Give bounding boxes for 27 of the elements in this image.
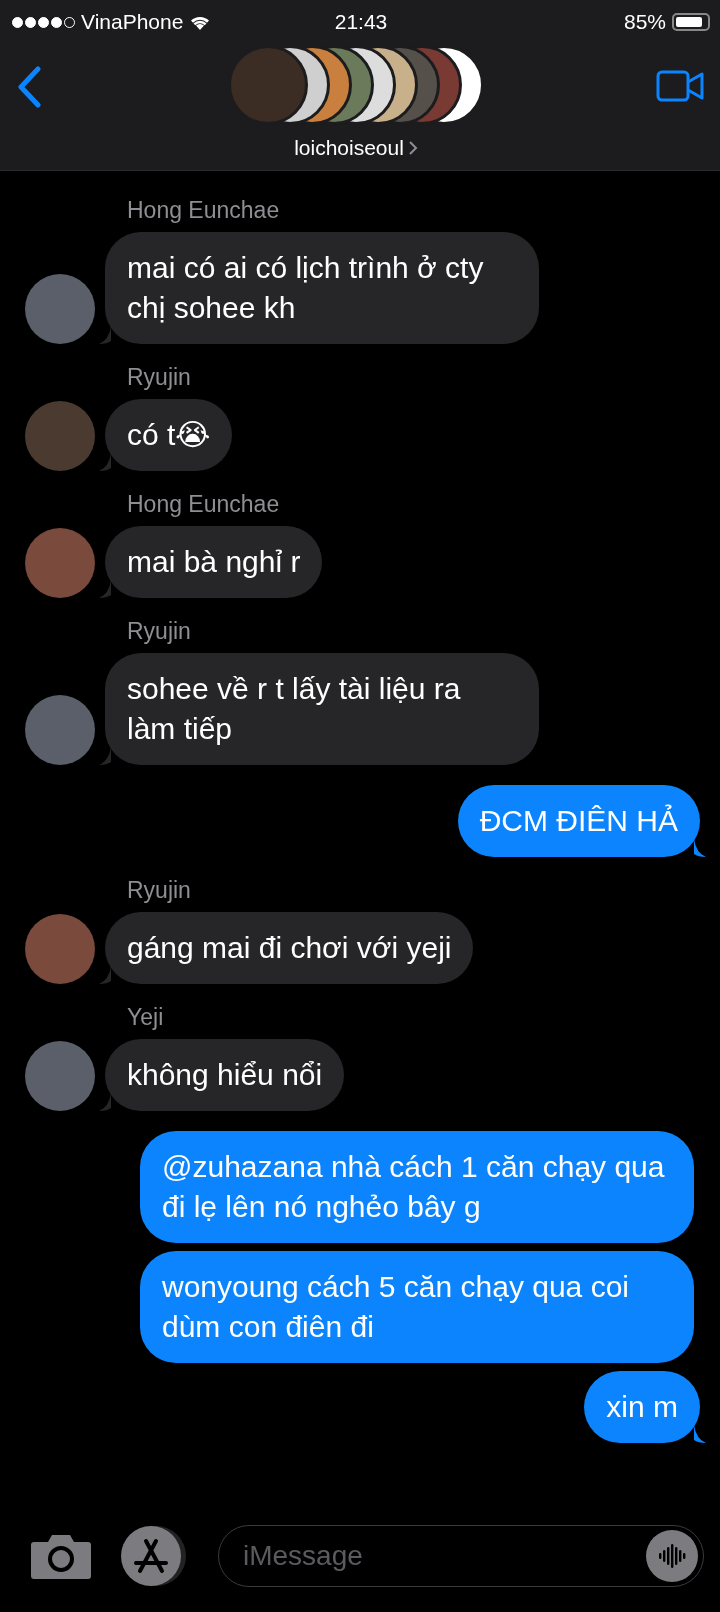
clock-time: 21:43 [334,10,388,34]
sender-name: Yeji [127,1004,165,1031]
battery-percent: 85% [623,10,666,34]
bubble-tail [99,966,111,984]
group-name[interactable]: loichoiseoul [294,136,418,160]
bubble-tail [99,580,111,598]
bubble-tail [99,326,111,344]
chevron-icon [407,140,418,156]
message-field[interactable]: iMessage [218,1525,704,1587]
bubble-tail [99,453,111,471]
message-bubble: wonyoung cách 5 căn chạy qua coi dùm con điên đi [140,1251,694,1363]
bubble-tail [694,1425,706,1443]
audio-waveform-icon[interactable] [646,1530,698,1582]
sender-name: Ryujin [127,364,192,391]
battery-icon [672,13,710,31]
bubble-tail [99,747,111,765]
sender-name: Ryujin [127,618,192,645]
carrier-name: VinaPhone [81,10,184,34]
bubble-tail [99,1093,111,1111]
sender-name: Ryujin [127,877,192,904]
camera-button[interactable] [30,1532,92,1580]
message-bubble: @zuhazana nhà cách 1 căn chạy qua đi lẹ lên nó nghẻo bây g [140,1131,694,1243]
sender-name: Hong Eunchae [127,197,281,224]
video-call-button[interactable] [656,70,704,102]
bubble-tail [694,839,706,857]
wifi-icon [189,14,212,30]
sender-name: Hong Eunchae [127,491,281,518]
